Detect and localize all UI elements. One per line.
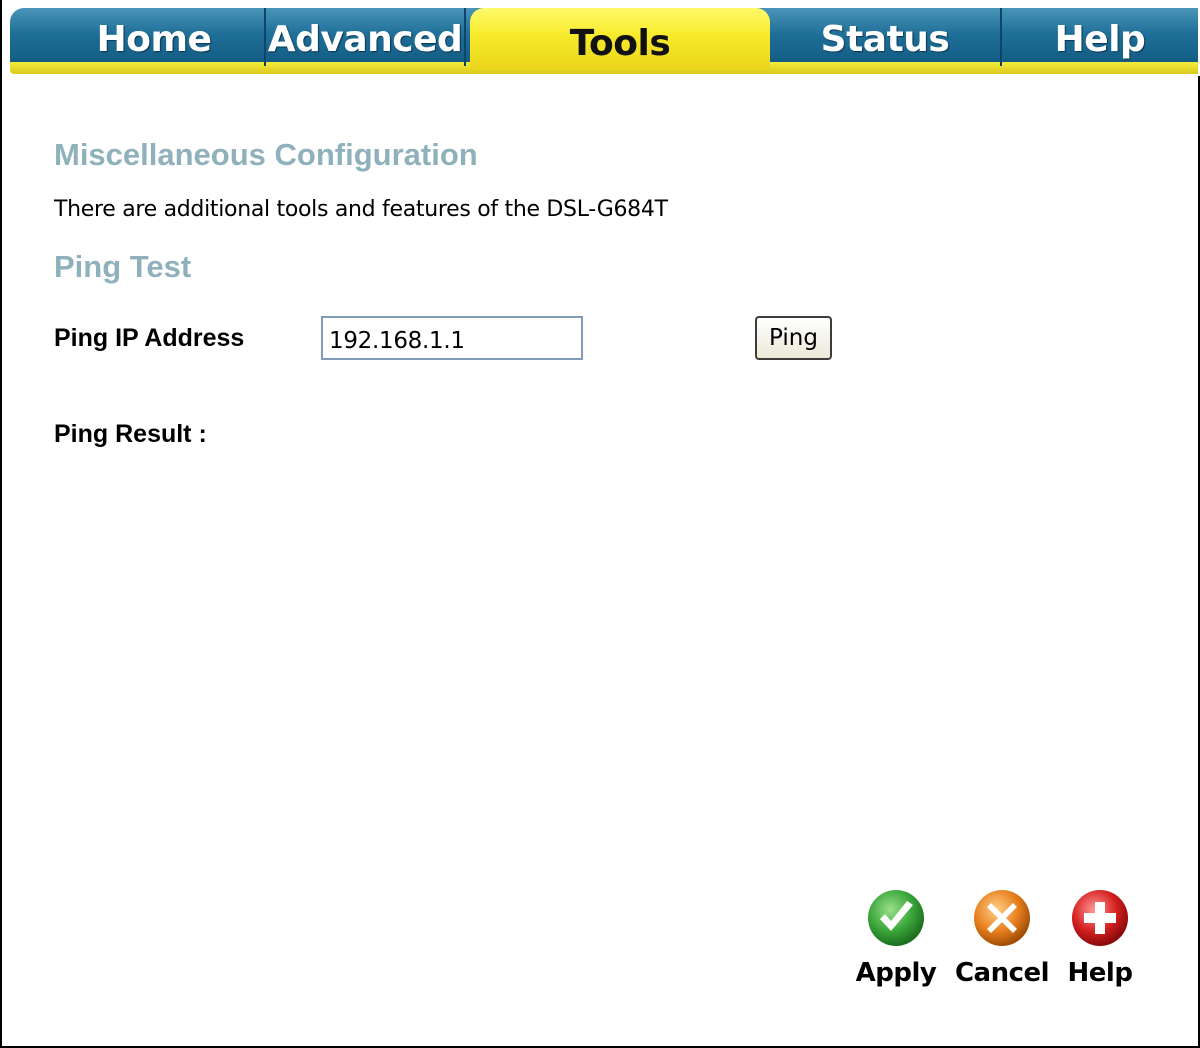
cancel-label: Cancel (954, 958, 1050, 988)
tab-advanced-label: Advanced (267, 19, 463, 60)
misc-config-title: Miscellaneous Configuration (54, 137, 478, 172)
ping-result-label: Ping Result : (54, 420, 207, 448)
tab-bar: Home Advanced Tools Status Help (4, 0, 1200, 76)
apply-button[interactable]: Apply (850, 888, 942, 988)
page-frame: Home Advanced Tools Status Help Miscella… (0, 0, 1200, 1048)
check-icon (868, 890, 924, 946)
ping-test-title: Ping Test (54, 249, 192, 284)
help-button[interactable]: Help (1060, 888, 1140, 988)
ping-ip-label: Ping IP Address (54, 324, 245, 352)
x-icon (974, 890, 1030, 946)
tab-advanced[interactable]: Advanced (266, 8, 466, 66)
tab-status-label: Status (820, 19, 950, 60)
ping-button[interactable]: Ping (755, 316, 832, 360)
misc-config-description: There are additional tools and features … (54, 197, 668, 222)
plus-icon (1072, 890, 1128, 946)
tab-status[interactable]: Status (770, 8, 1002, 66)
tab-tools-label: Tools (569, 23, 671, 64)
tab-home-label: Home (96, 19, 212, 60)
tab-home[interactable]: Home (44, 8, 266, 66)
cancel-button[interactable]: Cancel (952, 888, 1052, 988)
tab-tools[interactable]: Tools (470, 8, 770, 70)
tab-help[interactable]: Help (1002, 8, 1198, 66)
ping-ip-input[interactable] (321, 316, 583, 360)
help-label: Help (1067, 958, 1133, 988)
apply-label: Apply (855, 958, 937, 988)
tab-help-label: Help (1054, 19, 1146, 60)
